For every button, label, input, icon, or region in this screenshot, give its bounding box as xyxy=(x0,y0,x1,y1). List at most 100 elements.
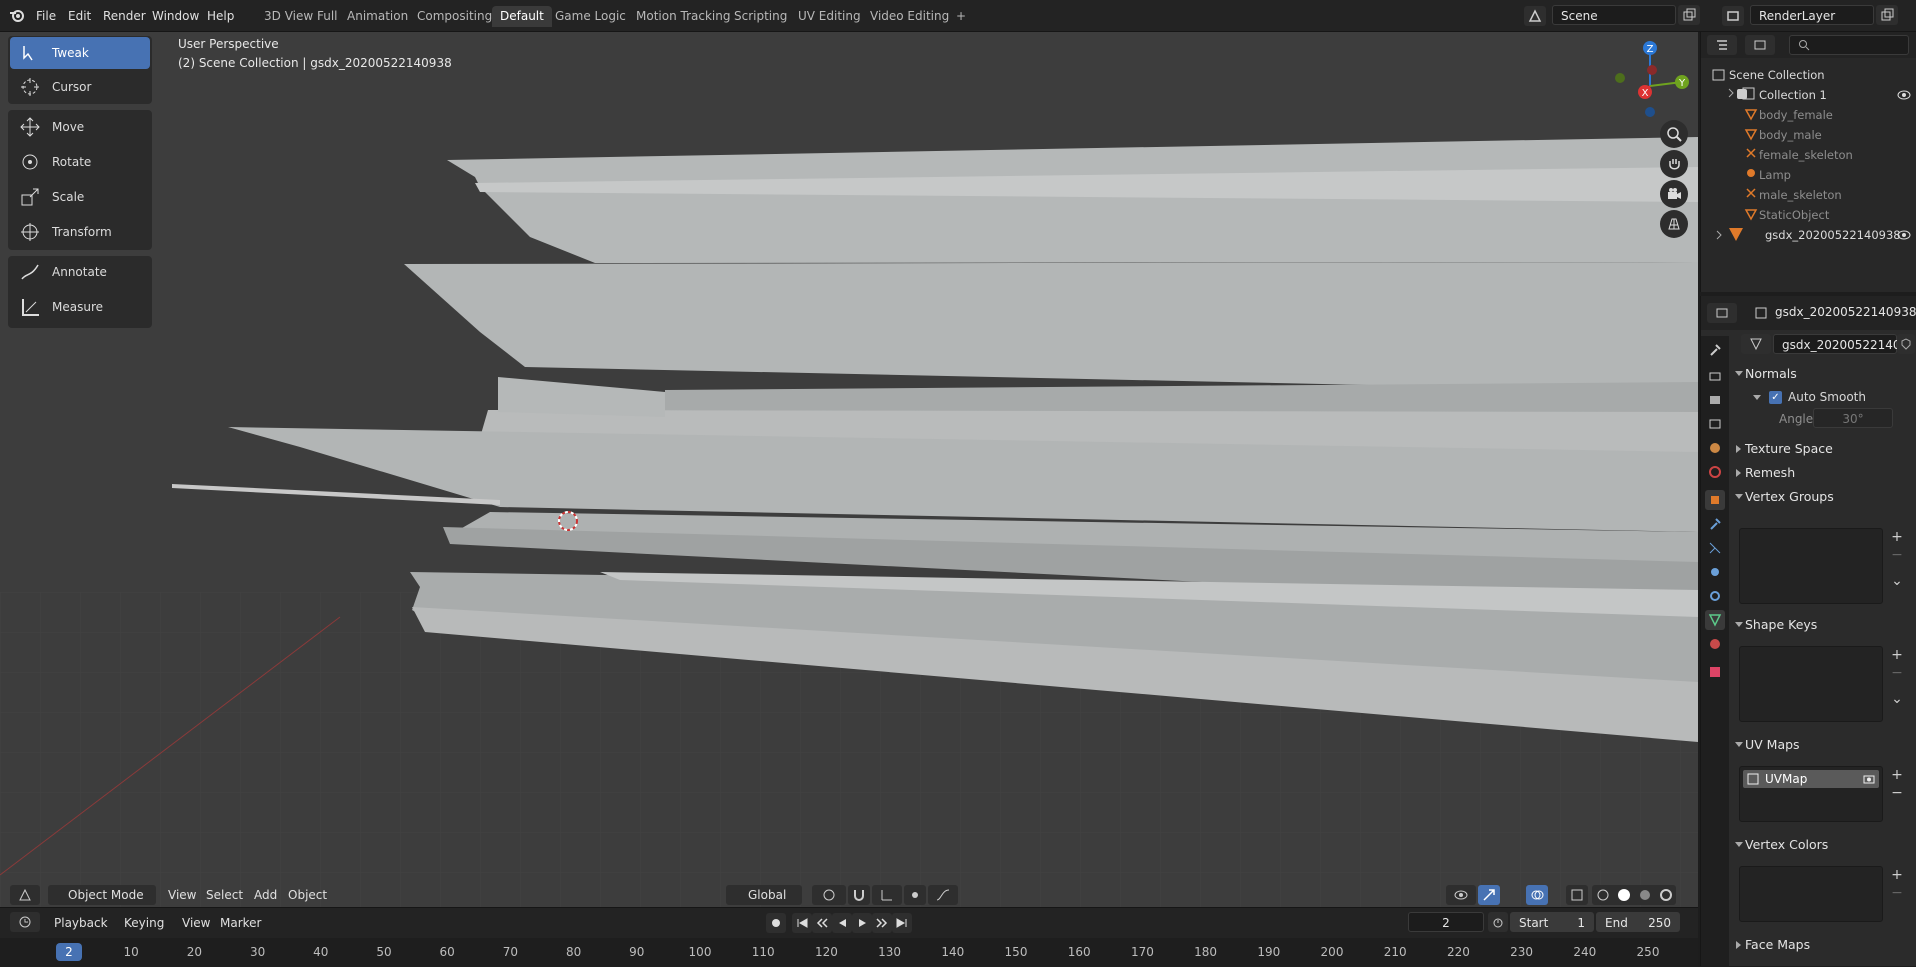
add-workspace-button[interactable]: + xyxy=(948,6,974,27)
menu-help[interactable]: Help xyxy=(207,7,234,25)
world-tab-icon[interactable] xyxy=(1705,462,1725,482)
tab-game-logic[interactable]: Game Logic xyxy=(547,6,634,27)
shape-key-remove-icon[interactable]: − xyxy=(1887,664,1907,682)
play-reverse-icon[interactable] xyxy=(832,913,852,933)
tool-transform[interactable]: Transform xyxy=(10,216,150,248)
particles-tab-icon[interactable] xyxy=(1705,538,1725,558)
tool-cursor[interactable]: Cursor xyxy=(10,71,150,103)
play-icon[interactable] xyxy=(852,913,872,933)
tab-3d-view-full[interactable]: 3D View Full xyxy=(256,6,346,27)
scene-tab-icon[interactable] xyxy=(1705,438,1725,458)
mesh-data-tab-icon[interactable] xyxy=(1705,610,1725,630)
wireframe-shading-icon[interactable] xyxy=(1596,888,1610,902)
scene-field[interactable]: Scene xyxy=(1552,5,1676,25)
vertex-color-add-icon[interactable]: + xyxy=(1887,866,1907,884)
material-tab-icon[interactable] xyxy=(1705,634,1725,654)
mesh-name-field[interactable]: gsdx_20200522140... xyxy=(1773,334,1912,354)
jump-end-icon[interactable] xyxy=(892,913,912,933)
expand-icon[interactable] xyxy=(1753,394,1761,400)
tab-video-editing[interactable]: Video Editing xyxy=(862,6,957,27)
texture-tab-icon[interactable] xyxy=(1705,662,1725,682)
tab-uv-editing[interactable]: UV Editing xyxy=(790,6,869,27)
tool-tab-icon[interactable] xyxy=(1705,340,1725,360)
panel-uv-maps[interactable]: UV Maps xyxy=(1731,734,1916,756)
shape-key-add-icon[interactable]: + xyxy=(1887,646,1907,664)
gizmo-toggle-icon[interactable] xyxy=(1478,885,1500,905)
panel-normals[interactable]: Normals xyxy=(1731,363,1916,385)
visibility-icon[interactable] xyxy=(1446,885,1476,905)
shape-keys-list[interactable] xyxy=(1739,646,1883,722)
zoom-icon[interactable] xyxy=(1660,120,1688,148)
jump-start-icon[interactable] xyxy=(792,913,812,933)
editor-type-icon[interactable] xyxy=(10,885,40,905)
add-menu[interactable]: Add xyxy=(250,885,281,905)
angle-field[interactable]: 30° xyxy=(1813,408,1893,428)
uv-map-item[interactable]: UVMap xyxy=(1743,770,1879,788)
tab-motion-tracking[interactable]: Motion Tracking xyxy=(628,6,738,27)
orientation-dropdown[interactable]: Global xyxy=(726,885,802,905)
snap-magnet-icon[interactable] xyxy=(848,885,870,905)
vertex-colors-list[interactable] xyxy=(1739,866,1883,922)
proportional-edit-icon[interactable] xyxy=(904,885,926,905)
shape-key-menu-icon[interactable]: ⌄ xyxy=(1887,690,1907,708)
uv-map-add-icon[interactable]: + xyxy=(1887,766,1907,784)
camera-view-icon[interactable] xyxy=(1660,180,1688,208)
menu-render[interactable]: Render xyxy=(103,7,146,25)
outliner-search-input[interactable] xyxy=(1789,35,1909,55)
playhead[interactable]: 2 xyxy=(56,943,82,961)
3d-viewport[interactable]: Tweak Cursor Move Rotate Scale Transform… xyxy=(0,32,1698,907)
timeline-ruler[interactable]: 2 10 20 30 40 50 60 70 80 90 100 110 120 130 140 150 16… xyxy=(0,938,1698,967)
timeline-editor-type-icon[interactable] xyxy=(10,912,40,932)
playback-menu[interactable]: Playback xyxy=(50,913,112,933)
pivot-icon[interactable] xyxy=(812,885,846,905)
tab-default[interactable]: Default xyxy=(492,6,552,27)
panel-texture-space[interactable]: Texture Space xyxy=(1731,438,1916,460)
panel-vertex-colors[interactable]: Vertex Colors xyxy=(1731,834,1916,856)
ortho-grid-icon[interactable] xyxy=(1660,210,1688,238)
vertex-group-remove-icon[interactable]: − xyxy=(1887,546,1907,564)
prev-keyframe-icon[interactable] xyxy=(812,913,832,933)
modifier-tab-icon[interactable] xyxy=(1705,514,1725,534)
view-layer-icon[interactable] xyxy=(1722,6,1744,26)
uv-maps-list[interactable]: UVMap xyxy=(1739,766,1883,822)
xray-icon[interactable] xyxy=(1566,885,1588,905)
view-layer-tab-icon[interactable] xyxy=(1705,414,1725,434)
timeline-view-menu[interactable]: View xyxy=(178,913,214,933)
vertex-groups-list[interactable] xyxy=(1739,528,1883,604)
mode-dropdown[interactable]: Object Mode xyxy=(48,885,156,905)
material-shading-icon[interactable] xyxy=(1638,888,1652,902)
select-menu[interactable]: Select xyxy=(202,885,247,905)
tool-move[interactable]: Move xyxy=(10,111,150,143)
object-tab-icon[interactable] xyxy=(1705,490,1725,510)
physics-tab-icon[interactable] xyxy=(1705,562,1725,582)
overlays-icon[interactable] xyxy=(1526,885,1548,905)
display-mode-icon[interactable] xyxy=(1745,35,1775,55)
snap-target-icon[interactable] xyxy=(872,885,902,905)
uv-map-remove-icon[interactable]: − xyxy=(1887,784,1907,802)
menu-window[interactable]: Window xyxy=(152,7,199,25)
new-scene-icon[interactable] xyxy=(1678,5,1700,25)
next-keyframe-icon[interactable] xyxy=(872,913,892,933)
rendered-shading-icon[interactable] xyxy=(1659,888,1673,902)
properties-editor-icon[interactable] xyxy=(1707,303,1737,323)
fake-user-icon[interactable] xyxy=(1897,334,1915,354)
output-tab-icon[interactable] xyxy=(1705,390,1725,410)
object-menu[interactable]: Object xyxy=(284,885,331,905)
tool-tweak[interactable]: Tweak xyxy=(10,37,150,69)
render-tab-icon[interactable] xyxy=(1705,366,1725,386)
tab-animation[interactable]: Animation xyxy=(339,6,416,27)
menu-edit[interactable]: Edit xyxy=(68,7,91,25)
vertex-group-menu-icon[interactable]: ⌄ xyxy=(1887,572,1907,590)
tool-annotate[interactable]: Annotate xyxy=(10,256,150,288)
marker-menu[interactable]: Marker xyxy=(216,913,265,933)
panel-face-maps[interactable]: Face Maps xyxy=(1731,934,1916,956)
new-view-layer-icon[interactable] xyxy=(1876,5,1898,25)
blender-logo-icon[interactable] xyxy=(8,7,26,25)
scene-selector-icon[interactable] xyxy=(1524,6,1546,26)
shading-modes[interactable] xyxy=(1592,885,1676,905)
view-menu[interactable]: View xyxy=(164,885,200,905)
current-frame-field[interactable]: 2 xyxy=(1408,912,1484,932)
tab-compositing[interactable]: Compositing xyxy=(409,6,500,27)
render-layer-field[interactable]: RenderLayer xyxy=(1750,5,1874,25)
menu-file[interactable]: File xyxy=(36,7,56,25)
